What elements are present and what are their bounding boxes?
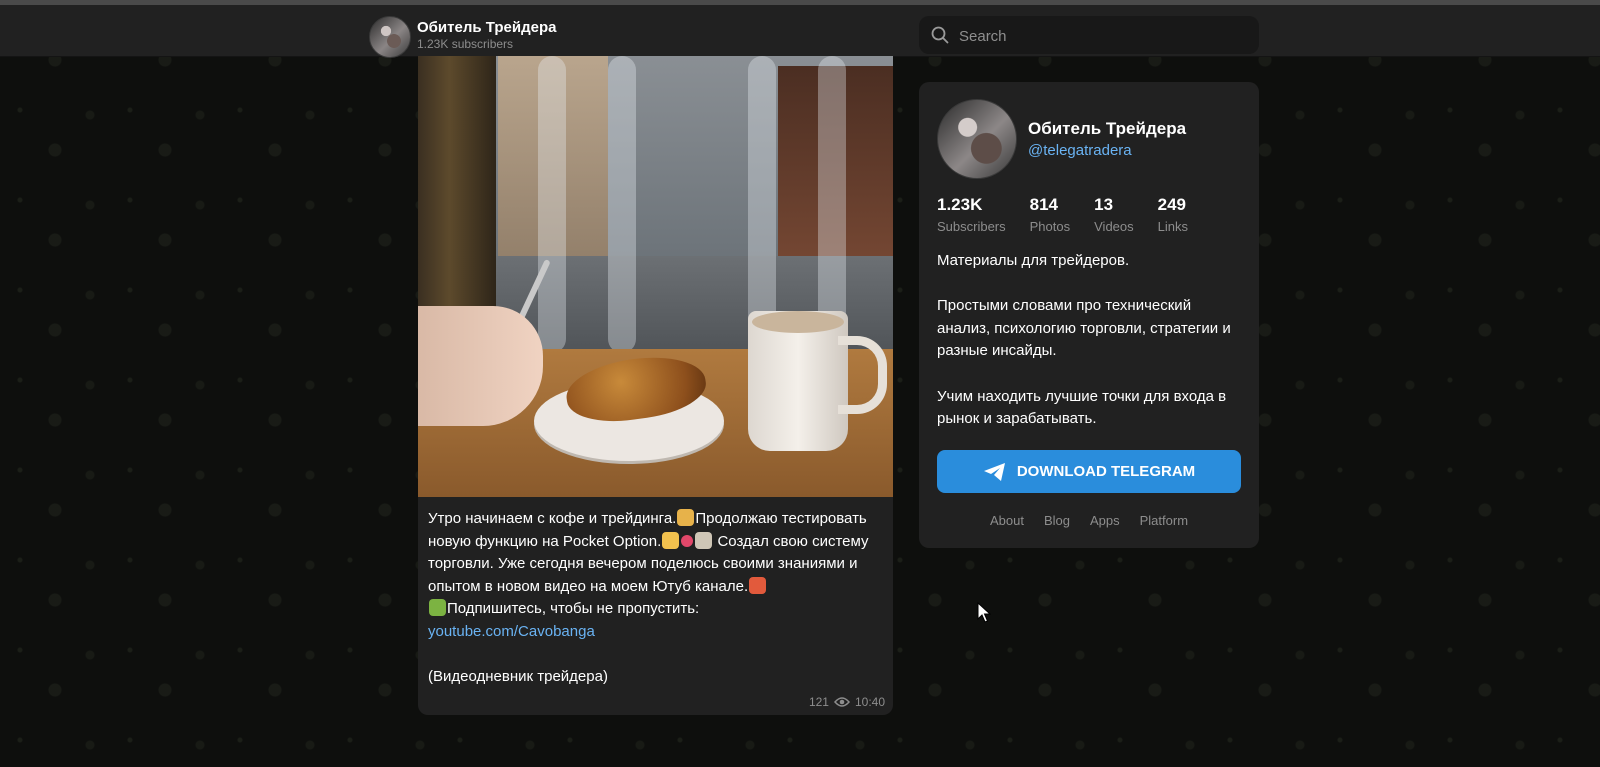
bird-emoji-icon <box>695 531 713 549</box>
download-telegram-button[interactable]: DOWNLOAD TELEGRAM <box>937 450 1241 493</box>
footer-links: About Blog Apps Platform <box>919 513 1259 528</box>
stat-label: Links <box>1157 219 1188 234</box>
post-text-line-1: Утро начинаем с кофе и трейдинга. <box>428 510 677 527</box>
channel-username-link[interactable]: @telegatradera <box>1028 142 1132 159</box>
stat-subscribers[interactable]: 1.23K Subscribers <box>937 195 1006 234</box>
cat-emoji-icon <box>662 531 680 549</box>
stat-value: 13 <box>1094 195 1114 214</box>
bamboo-emoji-icon <box>429 599 446 616</box>
stat-links[interactable]: 249 Links <box>1158 195 1188 234</box>
channel-description: Материалы для трейдеров. Простыми словам… <box>937 250 1247 431</box>
stat-label: Photos <box>1029 219 1071 234</box>
description-paragraph: Материалы для трейдеров. <box>937 252 1130 269</box>
crab-emoji-icon <box>749 576 767 594</box>
search-input[interactable] <box>957 16 1251 56</box>
channel-info-panel: Обитель Трейдера @telegatradera 1.23K Su… <box>919 82 1259 548</box>
post-time: 10:40 <box>854 695 885 709</box>
mouse-cursor-icon <box>977 602 991 623</box>
stat-photos[interactable]: 814 Photos <box>1030 195 1070 234</box>
header-bar: Обитель Трейдера 1.23K subscribers <box>0 5 1600 58</box>
download-telegram-label: DOWNLOAD TELEGRAM <box>1016 463 1196 480</box>
telegram-plane-icon <box>983 462 1005 481</box>
eye-icon <box>833 697 850 707</box>
description-paragraph: Учим находить лучшие точки для входа в р… <box>937 387 1227 428</box>
post-text-line-4: Подпишитесь, чтобы не пропустить: <box>447 600 700 617</box>
tiger-emoji-icon <box>677 509 695 526</box>
post-photo[interactable] <box>418 56 893 497</box>
description-paragraph: Простыми словами про технический анализ,… <box>937 297 1231 360</box>
channel-title[interactable]: Обитель Трейдера <box>417 19 556 36</box>
stat-value: 1.23K <box>937 195 983 214</box>
channel-subscribers: 1.23K subscribers <box>417 37 514 51</box>
search-icon <box>931 26 949 44</box>
stat-videos[interactable]: 13 Videos <box>1094 195 1134 234</box>
post-views: 121 <box>808 695 829 709</box>
stat-value: 814 <box>1029 195 1059 214</box>
footer-link-apps[interactable]: Apps <box>1090 513 1120 528</box>
channel-post: Утро начинаем с кофе и трейдинга. Продолж… <box>418 56 893 715</box>
heart-emoji-icon <box>681 534 694 547</box>
footer-link-blog[interactable]: Blog <box>1044 513 1070 528</box>
channel-stats: 1.23K Subscribers 814 Photos 13 Videos 2… <box>937 195 1212 234</box>
channel-name: Обитель Трейдера <box>1028 119 1187 138</box>
footer-link-platform[interactable]: Platform <box>1140 513 1188 528</box>
stat-label: Videos <box>1094 219 1134 234</box>
stat-value: 249 <box>1157 195 1187 214</box>
footer-link-about[interactable]: About <box>990 513 1024 528</box>
youtube-link[interactable]: youtube.com/Cavobanga <box>428 623 595 640</box>
stat-label: Subscribers <box>937 219 1006 234</box>
post-footer-text: (Видеодневник трейдера) <box>428 667 608 685</box>
channel-avatar-large <box>937 99 1017 179</box>
channel-avatar[interactable] <box>369 16 411 58</box>
post-meta: 121 10:40 <box>809 695 885 709</box>
search-box[interactable] <box>919 16 1259 56</box>
post-text: Утро начинаем с кофе и трейдинга. Продолж… <box>428 508 886 688</box>
